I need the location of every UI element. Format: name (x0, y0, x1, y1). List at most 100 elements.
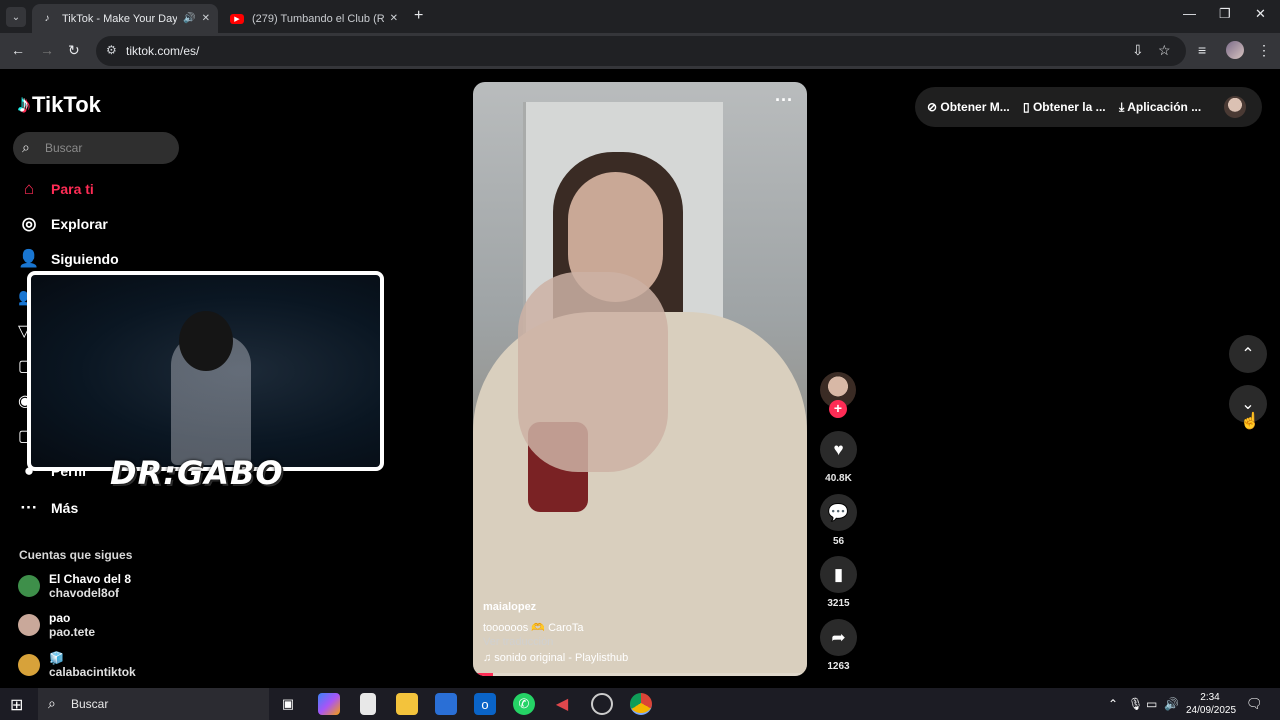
url-text[interactable]: tiktok.com/es/ (126, 44, 199, 58)
task-view-icon[interactable]: ▣ (277, 693, 299, 715)
mouse-cursor-icon: ☝ (1240, 413, 1260, 430)
reload-icon[interactable]: ↻ (68, 42, 80, 59)
sidebar-item-explorar[interactable]: ◎ Explorar (18, 214, 108, 234)
translate-link[interactable]: Ver traducción (483, 636, 628, 648)
sidebar-item-siguiendo[interactable]: 👤 Siguiendo (18, 249, 119, 269)
account-name: 🧊 (49, 651, 64, 665)
tray-expand-icon[interactable]: ⌃ (1108, 697, 1118, 711)
taskbar-search[interactable]: ⌕ Buscar (38, 688, 269, 720)
chrome-icon[interactable] (630, 693, 652, 715)
comment-count: 56 (832, 536, 845, 547)
share-count: 1263 (827, 661, 850, 672)
account-item[interactable]: pao pao.tete (18, 611, 95, 639)
tiktok-logo[interactable]: ♪ TikTok (18, 91, 101, 119)
video-info: maialopez toooooos 🫶 CaroTa Ver traducci… (483, 601, 628, 664)
tab-title: (279) Tumbando el Club (Remix (252, 12, 384, 25)
notification-icon[interactable]: 🗨 (1246, 696, 1263, 712)
search-input[interactable]: ⌕ Buscar (13, 132, 179, 164)
sidebar-item-label: Para ti (51, 181, 94, 197)
like-button[interactable]: ♥ 40.8K (820, 431, 857, 484)
speaker-icon[interactable]: 🔊 (183, 13, 195, 24)
follow-plus-icon[interactable]: + (829, 400, 847, 418)
following-icon: 👤 (18, 249, 40, 268)
get-app-button[interactable]: ▯ Obtener la ... (1023, 100, 1106, 114)
windows-taskbar: ⊞ ⌕ Buscar ▣ o ✆ ◀ ⌃ 🎙 ▭ 🔊 2:34 24/09/20… (0, 688, 1280, 720)
sidebar-item-para-ti[interactable]: ⌂ Para ti (18, 179, 94, 199)
microphone-icon[interactable]: 🎙 (1128, 697, 1143, 711)
webcam-person-head (179, 311, 233, 371)
sidebar-item-label: Siguiendo (51, 251, 119, 267)
get-coins-button[interactable]: ⊘ Obtener M... (927, 100, 1010, 114)
video-progress-bar[interactable] (473, 673, 807, 676)
previous-video-button[interactable]: ⌃ (1229, 335, 1267, 373)
music-link[interactable]: ♫ sonido original - Playlisthub (483, 652, 628, 664)
clock-time: 2:34 (1200, 692, 1220, 703)
comment-icon: 💬 (820, 494, 857, 531)
share-icon: ➦ (820, 619, 857, 656)
copilot-icon[interactable] (318, 693, 340, 715)
file-icon[interactable] (360, 693, 376, 715)
tiktok-page: ♪ TikTok ⌕ Buscar ⌂ Para ti ◎ Explorar 👤… (0, 69, 1280, 688)
forward-icon[interactable]: → (40, 42, 54, 58)
like-count: 40.8K (825, 473, 852, 484)
compass-icon: ◎ (21, 214, 37, 233)
windows-start-icon[interactable]: ⊞ (10, 695, 23, 715)
clock[interactable]: 2:34 24/09/2025 (1186, 691, 1236, 717)
account-handle: calabacintiktok (49, 665, 136, 679)
more-options-icon[interactable]: ··· (775, 90, 793, 111)
account-item[interactable]: 🧊 calabacintiktok (18, 651, 136, 679)
account-name: pao (49, 611, 71, 625)
close-tab-icon[interactable]: ✕ (202, 13, 210, 24)
comment-button[interactable]: 💬 56 (820, 494, 857, 547)
save-button[interactable]: ▮ 3215 (820, 556, 857, 609)
sidebar-item-label: Explorar (51, 216, 108, 232)
bookmark-icon: ▮ (820, 556, 857, 593)
button-label: Obtener M... (940, 100, 1010, 114)
video-description: toooooos 🫶 CaroTa (483, 622, 584, 634)
profile-avatar[interactable] (1226, 41, 1244, 59)
account-item[interactable]: El Chavo del 8 chavodel8of (18, 572, 131, 600)
video-figure-hand (518, 272, 668, 472)
bookmark-star-icon[interactable]: ☆ (1158, 42, 1171, 59)
close-tab-icon[interactable]: ✕ (390, 13, 398, 24)
minimize-icon[interactable]: — (1183, 6, 1196, 21)
video-player[interactable]: ··· maialopez toooooos 🫶 CaroTa Ver trad… (473, 82, 807, 676)
sidebar-item-mas[interactable]: ··· Más (18, 498, 79, 518)
tab-youtube[interactable]: ▶ (279) Tumbando el Club (Remix ✕ (222, 4, 406, 33)
close-window-icon[interactable]: ✕ (1255, 6, 1266, 22)
following-section-title: Cuentas que sigues (19, 548, 133, 562)
network-icon[interactable]: ▭ (1146, 697, 1157, 711)
install-app-icon[interactable]: ⇩ (1132, 42, 1144, 59)
search-icon: ⌕ (48, 695, 56, 711)
button-label: Obtener la ... (1032, 100, 1106, 114)
home-icon: ⌂ (23, 179, 35, 198)
outlook-icon[interactable]: o (474, 693, 496, 715)
tab-search-dropdown-icon[interactable]: ⌄ (6, 7, 26, 27)
more-icon: ··· (20, 498, 38, 517)
search-placeholder: Buscar (45, 141, 83, 155)
share-button[interactable]: ➦ 1263 (820, 619, 857, 672)
search-icon: ⌕ (22, 139, 30, 155)
tab-tiktok[interactable]: ♪ TikTok - Make Your Day 🔊 ✕ (32, 4, 218, 33)
restore-icon[interactable]: ❐ (1219, 6, 1231, 22)
new-tab-icon[interactable]: + (414, 7, 423, 25)
desktop-app-button[interactable]: ⤓ Aplicación ... (1119, 100, 1201, 115)
back-icon[interactable]: ← (11, 42, 25, 58)
address-bar[interactable]: ⚙ tiktok.com/es/ ⇩ ☆ (96, 36, 1186, 66)
media-control-icon[interactable]: ≡ (1198, 42, 1206, 58)
menu-kebab-icon[interactable]: ⋮ (1257, 42, 1271, 59)
heart-icon: ♥ (820, 431, 857, 468)
volume-icon[interactable]: 🔊 (1164, 697, 1179, 711)
media-app-icon[interactable]: ◀ (551, 693, 573, 715)
user-avatar[interactable] (1224, 96, 1246, 118)
browser-toolbar: ← → ↻ ⚙ tiktok.com/es/ ⇩ ☆ ≡ ⋮ (0, 33, 1280, 69)
tiktok-note-icon: ♪ (18, 91, 30, 118)
avatar (18, 654, 40, 676)
obs-icon[interactable] (591, 693, 613, 715)
video-author[interactable]: maialopez (483, 601, 628, 613)
account-handle: chavodel8of (49, 586, 120, 600)
file-explorer-icon[interactable] (396, 693, 418, 715)
store-icon[interactable] (435, 693, 457, 715)
site-info-icon[interactable]: ⚙ (106, 43, 117, 57)
whatsapp-icon[interactable]: ✆ (513, 693, 535, 715)
